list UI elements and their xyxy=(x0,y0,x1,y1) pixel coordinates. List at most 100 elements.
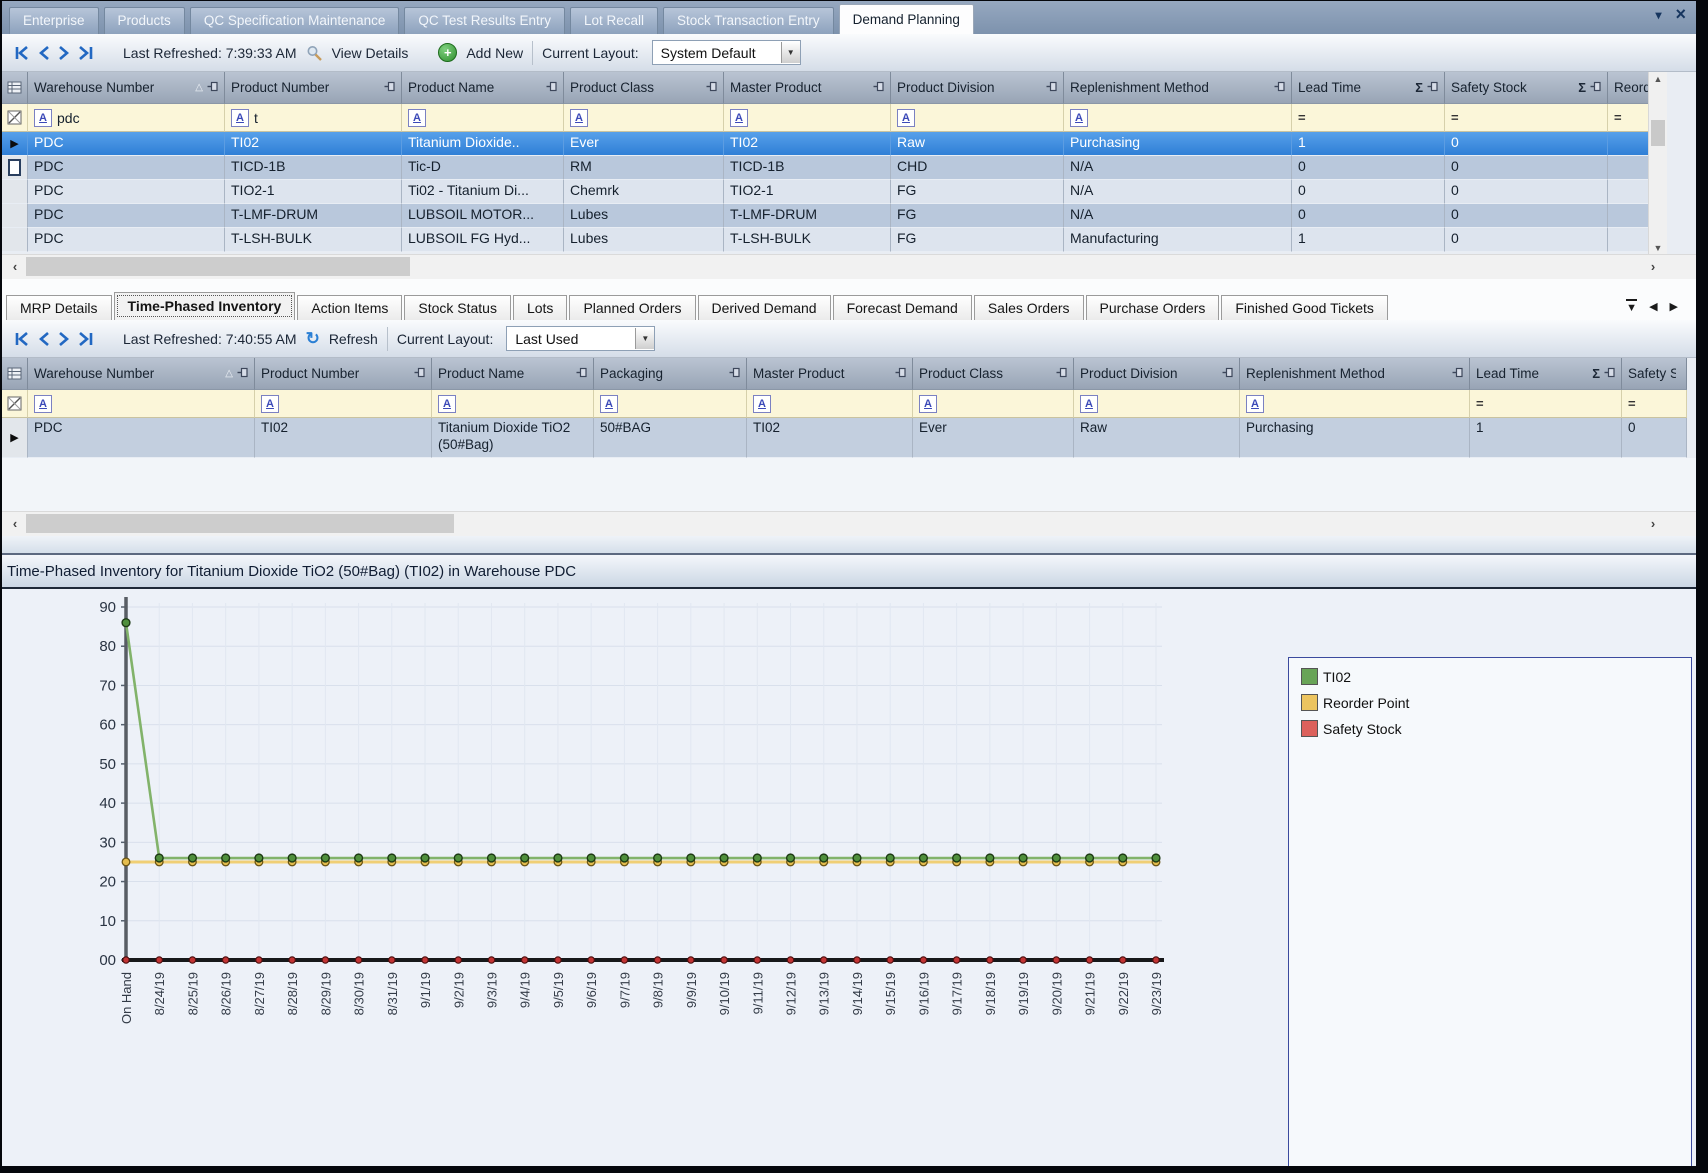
filter-cell-master-product[interactable]: A xyxy=(724,104,891,132)
filter-cell-master-product[interactable]: A xyxy=(747,390,913,418)
filter-condition-icon[interactable]: A xyxy=(730,109,748,127)
cell-product-division[interactable]: CHD xyxy=(891,156,1064,180)
filter-cell-product-class[interactable]: A xyxy=(913,390,1074,418)
cell-replenishment-method[interactable]: Purchasing xyxy=(1064,132,1292,156)
filter-cell-product-number[interactable]: At xyxy=(225,104,402,132)
cell-warehouse-number[interactable]: PDC xyxy=(28,228,225,252)
pin-column-icon[interactable] xyxy=(729,366,740,381)
filter-cell-lead-time[interactable]: = xyxy=(1292,104,1445,132)
filter-condition-icon[interactable]: A xyxy=(408,109,426,127)
combobox-dropdown-icon[interactable]: ▼ xyxy=(635,328,654,349)
cell-lead-time[interactable]: 0 xyxy=(1292,156,1445,180)
filter-condition-icon[interactable]: A xyxy=(1246,395,1264,413)
table-row[interactable]: PDCTIO2-1Ti02 - Titanium Di...ChemrkTIO2… xyxy=(2,180,1696,204)
cell-product-class[interactable]: Ever xyxy=(913,418,1074,458)
pin-column-icon[interactable] xyxy=(1056,366,1067,381)
cell-warehouse-number[interactable]: PDC xyxy=(28,204,225,228)
column-header-product-name[interactable]: Product Name xyxy=(402,72,564,104)
filter-cell-warehouse-number[interactable]: A xyxy=(28,390,255,418)
scroll-right-icon[interactable]: › xyxy=(1642,512,1664,536)
cell-master-product[interactable]: TICD-1B xyxy=(724,156,891,180)
table-row[interactable]: PDCT-LSH-BULKLUBSOIL FG Hyd...LubesT-LSH… xyxy=(2,228,1696,252)
cell-product-number[interactable]: T-LSH-BULK xyxy=(225,228,402,252)
scroll-right-icon[interactable]: › xyxy=(1642,255,1664,279)
cell-warehouse-number[interactable]: PDC xyxy=(28,418,255,458)
filter-condition-icon[interactable]: A xyxy=(438,395,456,413)
filter-cell-warehouse-number[interactable]: Apdc xyxy=(28,104,225,132)
filter-cell-product-name[interactable]: A xyxy=(432,390,594,418)
cell-product-number[interactable]: TIO2-1 xyxy=(225,180,402,204)
filter-cell-replenishment-method[interactable]: A xyxy=(1064,104,1292,132)
table-row[interactable]: ▶PDCTI02Titanium Dioxide..EverTI02RawPur… xyxy=(2,132,1696,156)
cell-master-product[interactable]: T-LSH-BULK xyxy=(724,228,891,252)
cell-lead-time[interactable]: 0 xyxy=(1292,180,1445,204)
detail-tab-time-phased-inventory[interactable]: Time-Phased Inventory xyxy=(114,292,296,320)
summary-sigma-icon[interactable]: Σ xyxy=(1592,366,1600,381)
column-header-product-number[interactable]: Product Number xyxy=(225,72,402,104)
row-selector-cell[interactable] xyxy=(2,156,28,180)
detail-tab-derived-demand[interactable]: Derived Demand xyxy=(698,295,831,320)
filter-cell-replenishment-method[interactable]: A xyxy=(1240,390,1470,418)
column-header-safety-stock[interactable]: Safety Stock xyxy=(1622,358,1687,390)
refresh-button[interactable]: Refresh xyxy=(329,331,378,347)
detail-tab-purchase-orders[interactable]: Purchase Orders xyxy=(1086,295,1220,320)
column-header-product-division[interactable]: Product Division xyxy=(891,72,1064,104)
main-tab-qc-test-results-entry[interactable]: QC Test Results Entry xyxy=(404,7,565,34)
vertical-scroll-thumb[interactable] xyxy=(1651,120,1665,146)
last-record-icon[interactable] xyxy=(78,332,94,346)
previous-record-icon[interactable] xyxy=(38,46,50,60)
summary-sigma-icon[interactable]: Σ xyxy=(1415,80,1423,95)
next-record-icon[interactable] xyxy=(58,332,70,346)
main-tab-enterprise[interactable]: Enterprise xyxy=(9,7,99,34)
cell-warehouse-number[interactable]: PDC xyxy=(28,156,225,180)
filter-equals-icon[interactable]: = xyxy=(1476,396,1484,411)
tab-list-icon[interactable]: ▾ xyxy=(1655,8,1661,22)
column-header-master-product[interactable]: Master Product xyxy=(724,72,891,104)
main-tab-demand-planning[interactable]: Demand Planning xyxy=(839,4,974,34)
cell-product-class[interactable]: Ever xyxy=(564,132,724,156)
column-header-warehouse-number[interactable]: Warehouse Number△ xyxy=(28,72,225,104)
cell-product-class[interactable]: Lubes xyxy=(564,228,724,252)
scroll-left-icon[interactable]: ‹ xyxy=(4,255,26,279)
cell-product-division[interactable]: Raw xyxy=(1074,418,1240,458)
table-row[interactable]: PDCT-LMF-DRUMLUBSOIL MOTOR...LubesT-LMF-… xyxy=(2,204,1696,228)
cell-safety-stock[interactable]: 0 xyxy=(1445,180,1608,204)
cell-product-number[interactable]: TI02 xyxy=(225,132,402,156)
filter-equals-icon[interactable]: = xyxy=(1628,396,1636,411)
row-selected-indicator[interactable]: ▶ xyxy=(2,418,28,458)
first-record-icon[interactable] xyxy=(14,332,30,346)
scroll-up-icon[interactable]: ▲ xyxy=(1649,74,1667,84)
filter-cell-safety-stock[interactable]: = xyxy=(1445,104,1608,132)
cell-safety-stock[interactable]: 0 xyxy=(1445,204,1608,228)
filter-condition-icon[interactable]: A xyxy=(34,395,52,413)
pin-column-icon[interactable] xyxy=(895,366,906,381)
pin-column-icon[interactable] xyxy=(546,80,557,95)
pin-column-icon[interactable] xyxy=(207,80,218,95)
cell-product-division[interactable]: Raw xyxy=(891,132,1064,156)
pin-column-icon[interactable] xyxy=(1222,366,1233,381)
previous-record-icon[interactable] xyxy=(38,332,50,346)
cell-product-division[interactable]: FG xyxy=(891,204,1064,228)
main-tab-lot-recall[interactable]: Lot Recall xyxy=(570,7,658,34)
detail-tab-sales-orders[interactable]: Sales Orders xyxy=(974,295,1084,320)
cell-replenishment-method[interactable]: N/A xyxy=(1064,204,1292,228)
cell-product-class[interactable]: Chemrk xyxy=(564,180,724,204)
column-header-master-product[interactable]: Master Product xyxy=(747,358,913,390)
detail-tab-finished-good-tickets[interactable]: Finished Good Tickets xyxy=(1221,295,1388,320)
filter-cell-product-name[interactable]: A xyxy=(402,104,564,132)
detail-tab-planned-orders[interactable]: Planned Orders xyxy=(569,295,695,320)
row-selector-cell[interactable] xyxy=(2,180,28,204)
filter-cell-product-number[interactable]: A xyxy=(255,390,432,418)
column-header-lead-time[interactable]: Lead TimeΣ xyxy=(1292,72,1445,104)
tab-scroll-right-icon[interactable]: ▶ xyxy=(1670,300,1678,313)
pin-column-icon[interactable] xyxy=(576,366,587,381)
scroll-left-icon[interactable]: ‹ xyxy=(4,512,26,536)
filter-condition-icon[interactable]: A xyxy=(261,395,279,413)
pin-column-icon[interactable] xyxy=(1427,80,1438,95)
tab-scroll-left-icon[interactable]: ◀ xyxy=(1649,300,1657,313)
cell-replenishment-method[interactable]: Purchasing xyxy=(1240,418,1470,458)
pin-column-icon[interactable] xyxy=(1046,80,1057,95)
horizontal-scrollbar[interactable]: ‹› xyxy=(2,511,1696,536)
cell-replenishment-method[interactable]: N/A xyxy=(1064,156,1292,180)
row-selector-cell[interactable] xyxy=(2,204,28,228)
